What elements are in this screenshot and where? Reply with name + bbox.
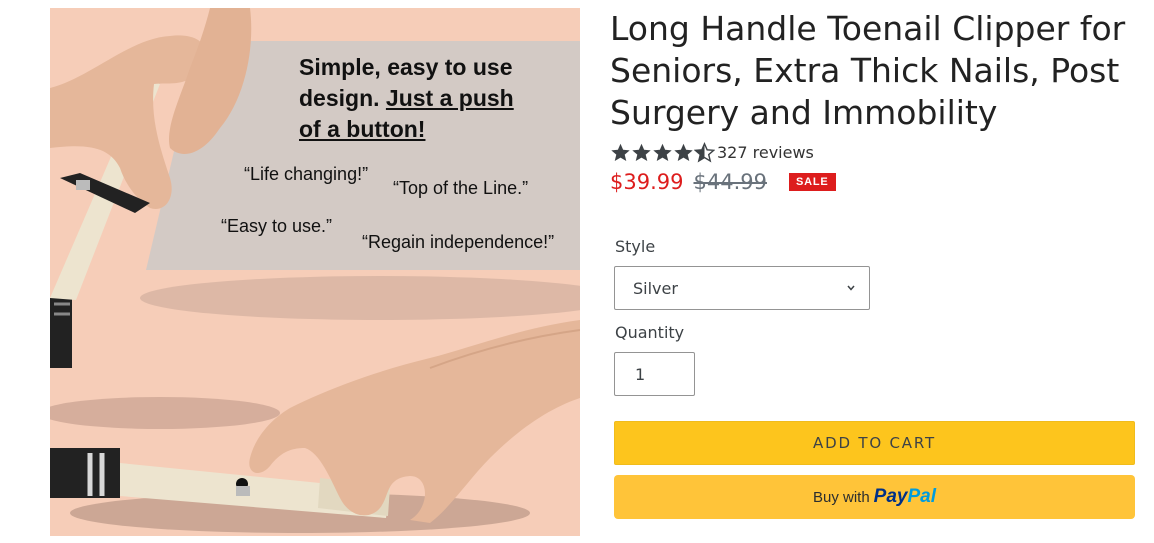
style-select-value: Silver (633, 278, 678, 298)
chevron-down-icon (847, 285, 855, 291)
image-headline-line-2: design. Just a push (299, 83, 579, 114)
star-rating (610, 142, 715, 163)
style-select[interactable]: Silver (614, 266, 870, 310)
product-image[interactable]: Simple, easy to use design. Just a push … (50, 8, 580, 536)
image-headline-line-2a: design. (299, 85, 380, 111)
star-half-icon (694, 142, 715, 163)
paypal-buy-with-text: Buy with (812, 488, 870, 506)
star-full-icon (611, 143, 630, 161)
image-quote: “Top of the Line.” (393, 178, 529, 198)
product-title: Long Handle Toenail Clipper for Seniors,… (610, 9, 1126, 132)
star-full-icon (632, 143, 651, 161)
star-full-icon (653, 143, 672, 161)
image-headline-line-3: of a button! (299, 116, 426, 142)
quantity-label: Quantity (615, 323, 685, 342)
paypal-buy-button[interactable]: Buy with PayPal (614, 475, 1135, 519)
price-row: $39.99 $44.99 SALE (610, 170, 836, 194)
sale-price: $39.99 (610, 170, 684, 194)
image-headline-line-2b: Just a push (385, 85, 514, 111)
image-quote: “Life changing!” (244, 164, 369, 184)
paypal-logo: PayPal (874, 486, 936, 508)
paypal-logo-pay: Pay (873, 486, 908, 507)
star-full-icon (674, 143, 693, 161)
image-quote: “Regain independence!” (362, 232, 555, 252)
style-label: Style (615, 237, 656, 256)
image-quote: “Easy to use.” (221, 216, 333, 236)
image-headline-line-1: Simple, easy to use (299, 54, 513, 80)
quantity-input[interactable] (614, 352, 695, 396)
sale-badge: SALE (788, 173, 836, 191)
add-to-cart-button[interactable]: ADD TO CART (614, 421, 1135, 465)
image-headline: Simple, easy to use design. Just a push … (299, 52, 579, 145)
regular-price: $44.99 (693, 170, 767, 194)
product-rating[interactable]: 327 reviews (610, 142, 814, 163)
reviews-count-link[interactable]: 327 reviews (717, 143, 814, 162)
paypal-logo-pal: Pal (907, 486, 937, 507)
